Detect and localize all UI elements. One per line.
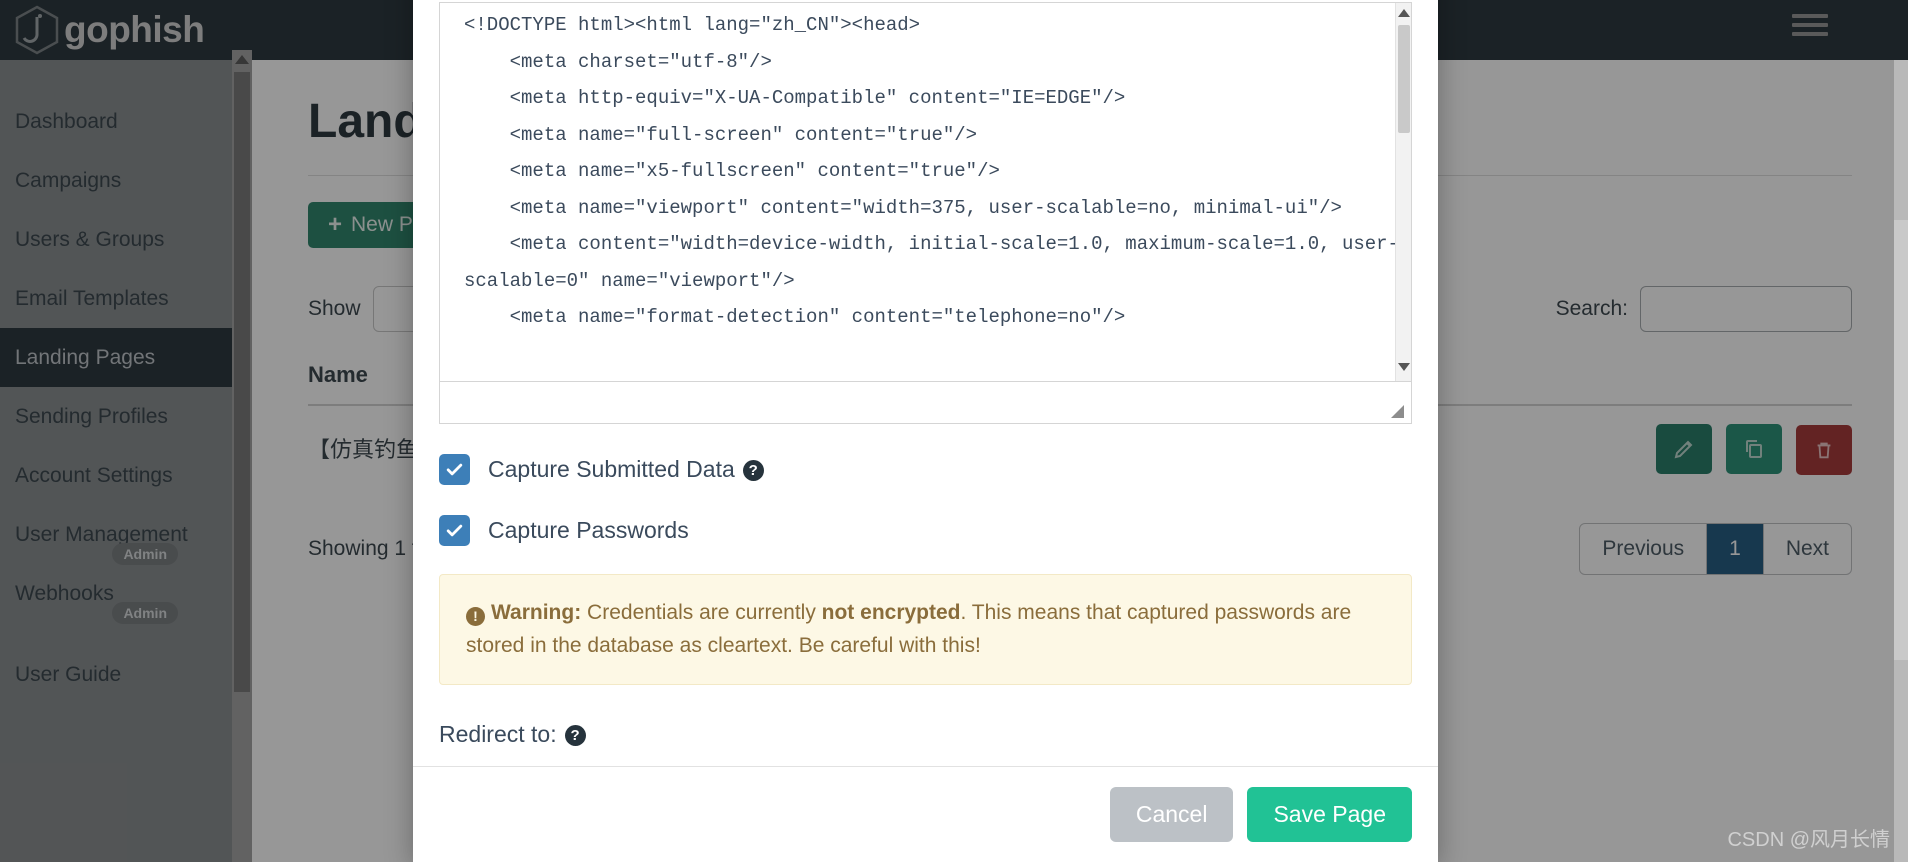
landing-page-modal: <!DOCTYPE html><html lang="zh_CN"><head>… (413, 0, 1438, 862)
help-icon[interactable]: ? (564, 725, 586, 747)
redirect-field-label: Redirect to:? (439, 721, 1412, 748)
watermark: CSDN @风月长情 (1727, 829, 1890, 851)
page-scrollbar-thumb[interactable] (1894, 220, 1908, 660)
capture-data-text: Capture Submitted Data (488, 456, 735, 482)
capture-submitted-data-row: Capture Submitted Data? (439, 454, 1412, 485)
editor-scroll-up-icon[interactable] (1397, 9, 1410, 17)
editor-resize-strip (439, 382, 1412, 424)
editor-scrollbar[interactable] (1395, 3, 1411, 381)
app-root: gophish Dashboard Campaigns Users & Grou… (0, 0, 1908, 862)
resize-handle-icon[interactable] (1391, 405, 1404, 418)
save-page-button[interactable]: Save Page (1247, 787, 1412, 842)
help-icon[interactable]: ? (742, 460, 764, 481)
editor-scroll-down-icon[interactable] (1398, 363, 1410, 371)
page-scrollbar[interactable] (1894, 60, 1908, 862)
warning-icon: ! (466, 607, 485, 627)
capture-submitted-data-checkbox[interactable] (439, 454, 470, 485)
html-source-editor[interactable]: <!DOCTYPE html><html lang="zh_CN"><head>… (439, 2, 1412, 382)
modal-footer: Cancel Save Page (413, 766, 1438, 862)
html-source-text[interactable]: <!DOCTYPE html><html lang="zh_CN"><head>… (440, 3, 1411, 336)
redirect-label-text: Redirect to: (439, 721, 557, 748)
capture-submitted-data-label: Capture Submitted Data? (488, 456, 764, 483)
warning-emphasis: not encrypted (821, 601, 961, 624)
encryption-warning-box: ! Warning: Credentials are currently not … (439, 574, 1412, 686)
warning-text-1: Credentials are currently (581, 601, 822, 624)
capture-passwords-label: Capture Passwords (488, 517, 689, 543)
warning-title: Warning: (491, 601, 582, 624)
editor-scrollbar-thumb[interactable] (1398, 25, 1410, 133)
capture-passwords-checkbox[interactable] (439, 515, 470, 546)
modal-body: <!DOCTYPE html><html lang="zh_CN"><head>… (413, 0, 1438, 766)
capture-passwords-row: Capture Passwords (439, 515, 1412, 546)
cancel-button[interactable]: Cancel (1109, 787, 1234, 842)
